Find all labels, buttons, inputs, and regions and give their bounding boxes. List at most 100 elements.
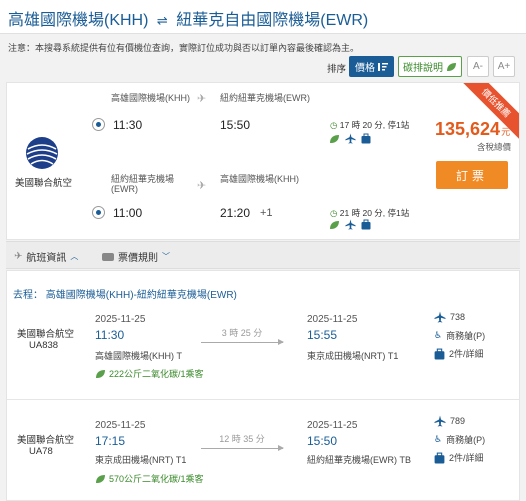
leg-aircraft-text: 738 [450,312,466,322]
outbound-arr-time: 15:50 [220,118,251,132]
leg-arr-date: 2025-11-25 [307,314,358,325]
book-button[interactable]: 訂票 [436,161,508,189]
ticket-icon [102,252,114,261]
route-heading: 去程： 高雄國際機場(KHH)-紐約紐華克機場(EWR) [13,286,237,301]
plane-icon [345,133,356,144]
carbon-help-label: 碳排說明 [403,63,443,74]
sort-toolbar: 排序 價格 碳排說明 A- A+ [0,56,526,78]
swap-arrows-icon[interactable]: ⇌ [157,13,168,28]
route-text: 高雄國際機場(KHH)-紐約紐華克機場(EWR) [45,290,237,301]
leg-arr-time: 15:50 [307,434,338,448]
destination-airport: 紐華克自由國際機場(EWR) [176,12,369,29]
leg-arr-airport: 東京成田機場(NRT) T1 [307,351,399,361]
return-to-airport: 高雄國際機場(KHH) [220,174,299,184]
leg-flight-number: UA78 [29,446,53,457]
font-larger-button[interactable]: A+ [493,56,515,77]
flight-leg: 美國聯合航空 UA838 2025-11-25 11:30 高雄國際機場(KHH… [7,303,519,399]
sort-price-button[interactable]: 價格 [349,56,394,77]
leg-cabin-text: 商務艙(P) [446,435,486,445]
airline-name: 美國聯合航空 [15,178,73,189]
chevron-down-icon: ﹀ [162,252,170,261]
origin-airport: 高雄國際機場(KHH) [8,12,149,29]
flight-detail-panel: 去程： 高雄國際機場(KHH)-紐約紐華克機場(EWR) 美國聯合航空 UA83… [6,270,520,501]
outbound-duration-text: 17 時 20 分, 停1站 [339,120,410,130]
route-prefix: 去程： [13,290,43,301]
leg-arr-airport: 紐約紐華克機場(EWR) TB [307,455,411,465]
leg-baggage[interactable]: 2件/詳細 [434,347,484,360]
notice-text: 注意：本搜尋系統提供有位有價機位查詢，實際訂位成功與否以訂單內容最後確認為主。 [8,43,360,53]
font-smaller-button[interactable]: A- [467,56,489,77]
tax-note: 含稅總價 [477,142,512,152]
plane-icon [434,415,446,427]
outbound-radio[interactable] [92,118,105,131]
outbound-from-airport: 高雄國際機場(KHH) [111,93,190,103]
leg-dep-airport: 高雄國際機場(KHH) T [95,351,182,361]
flight-offer-card: 價低推薦 美國聯合航空 高雄國際機場(KHH) ✈ 紐約紐華克機場(EWR) 1… [6,82,520,240]
route-title: 高雄國際機場(KHH) ⇌ 紐華克自由國際機場(EWR) [8,6,368,30]
sort-descending-icon [378,62,388,71]
leg-airline: 美國聯合航空 [17,329,75,340]
united-airlines-logo [26,137,58,169]
plane-icon: ✈ [14,251,23,262]
leg-co2-text: 570公斤二氧化碳/1乘客 [109,474,204,484]
outbound-amenities [329,133,371,144]
outbound-to-airport: 紐約紐華克機場(EWR) [220,93,310,103]
leaf-icon [96,474,105,483]
leg-dep-time: 11:30 [95,328,125,342]
carbon-help-button[interactable]: 碳排說明 [398,56,462,77]
leaf-icon [330,220,339,229]
leg-cabin: ♿ 商務艙(P) [434,433,485,446]
leg-co2: 222公斤二氧化碳/1乘客 [95,367,204,380]
return-arr-time: 21:20 [220,206,251,220]
plane-icon [434,311,446,323]
luggage-icon [361,219,371,230]
leg-airline: 美國聯合航空 [17,435,75,446]
leg-baggage-text: 2件/詳細 [449,349,484,359]
total-price: 135,624元 [435,119,510,140]
detail-tabs: ✈ 航班資訊 ︿ 票價規則 ﹀ [6,241,520,269]
flight-leg: 美國聯合航空 UA78 2025-11-25 17:15 東京成田機場(NRT)… [7,399,519,495]
price-value: 135,624 [435,119,501,139]
clock-icon: ◷ [330,120,338,130]
tab-flight-info-label: 航班資訊 [26,253,67,264]
return-duration: ◷ 21 時 20 分, 停1站 [330,207,409,219]
leg-dep-airport: 東京成田機場(NRT) T1 [95,455,187,465]
tab-fare-rules-label: 票價規則 [118,253,158,264]
leaf-icon [447,62,456,71]
leg-arr-time: 15:55 [307,328,338,342]
leg-baggage[interactable]: 2件/詳細 [434,451,484,464]
seat-icon: ♿ [434,330,443,340]
duration-arrow [201,339,284,345]
leaf-icon [96,369,105,378]
return-plus-day: +1 [260,207,273,219]
luggage-icon [434,452,445,463]
leg-duration: 12 時 35 分 [219,434,265,444]
leg-co2-text: 222公斤二氧化碳/1乘客 [109,369,204,379]
luggage-icon [361,133,371,144]
leg-flight-number: UA838 [29,340,59,351]
leg-baggage-text: 2件/詳細 [449,453,484,463]
tab-flight-info[interactable]: ✈ 航班資訊 ︿ [14,249,78,264]
clock-icon: ◷ [330,208,338,218]
leg-aircraft: 789 [434,415,465,427]
return-dep-time: 11:00 [113,206,143,220]
leg-dep-date: 2025-11-25 [95,420,146,431]
return-from-airport-code: (EWR) [111,184,138,194]
title-bar: 高雄國際機場(KHH) ⇌ 紐華克自由國際機場(EWR) [0,0,526,34]
leg-dep-date: 2025-11-25 [95,314,146,325]
chevron-up-icon: ︿ [70,252,79,261]
return-radio[interactable] [92,206,105,219]
plane-icon: ✈ [197,93,207,105]
leg-aircraft: 738 [434,311,465,323]
leg-cabin: ♿ 商務艙(P) [434,329,485,342]
outbound-duration: ◷ 17 時 20 分, 停1站 [330,119,409,131]
duration-arrow [201,445,284,451]
leg-cabin-text: 商務艙(P) [446,331,486,341]
price-unit: 元 [501,127,511,137]
leaf-icon [330,134,339,143]
tab-fare-rules[interactable]: 票價規則 ﹀ [102,249,170,264]
leg-dep-time: 17:15 [95,434,126,448]
sort-price-label: 價格 [355,63,375,74]
outbound-dep-time: 11:30 [113,118,143,132]
leg-aircraft-text: 789 [450,416,466,426]
